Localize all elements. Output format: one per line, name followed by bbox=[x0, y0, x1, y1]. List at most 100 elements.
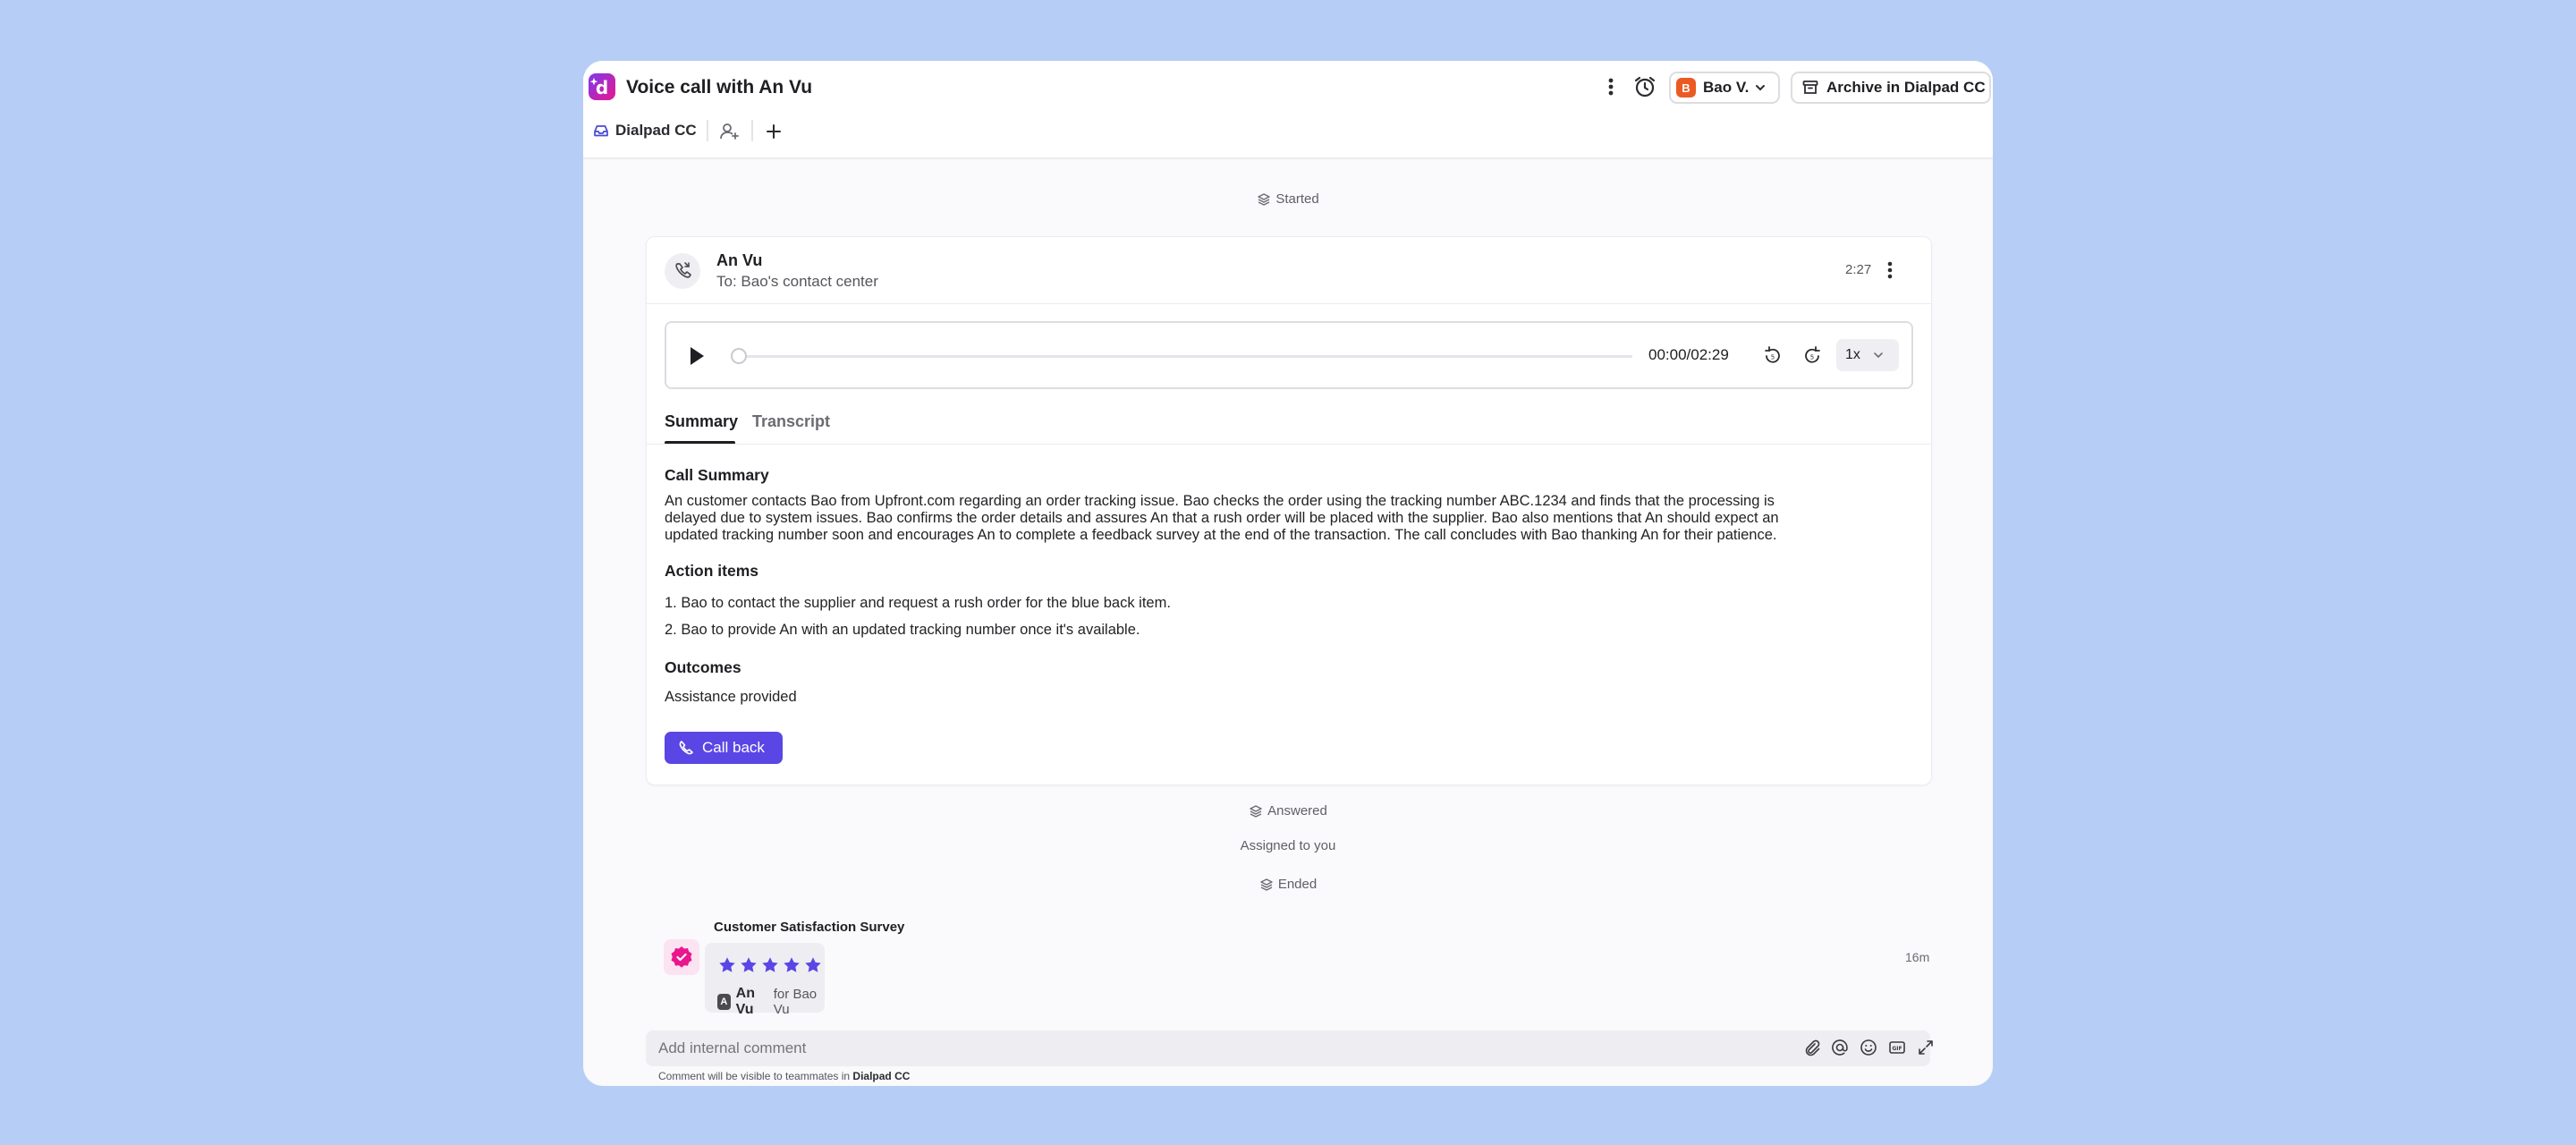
comment-input[interactable] bbox=[658, 1036, 1642, 1061]
responder-name: An Vu bbox=[735, 986, 755, 1017]
layers-icon bbox=[1258, 192, 1271, 206]
outcomes-heading: Outcomes bbox=[665, 658, 741, 676]
comment-note-text: Comment will be visible to teammates in bbox=[658, 1070, 851, 1082]
survey-title: Customer Satisfaction Survey bbox=[714, 920, 905, 935]
action-item: 1. Bao to contact the supplier and reque… bbox=[665, 595, 1171, 611]
assignee-dropdown[interactable]: B Bao V. bbox=[1669, 72, 1780, 104]
speed-select[interactable]: 1x bbox=[1836, 339, 1899, 371]
add-user-icon bbox=[720, 123, 739, 140]
kebab-icon bbox=[1608, 78, 1614, 96]
dialpad-logo-icon: d bbox=[589, 73, 615, 100]
divider bbox=[751, 120, 753, 141]
timeline-label: Answered bbox=[1267, 803, 1327, 818]
comment-toolbar: GIF bbox=[1801, 1038, 1936, 1057]
call-options-button[interactable] bbox=[1877, 257, 1902, 284]
more-options-button[interactable] bbox=[1597, 73, 1624, 100]
inbox-icon bbox=[594, 125, 608, 137]
plus-icon bbox=[767, 124, 781, 139]
summary-heading: Call Summary bbox=[665, 466, 769, 484]
comment-note: Comment will be visible to teammates in … bbox=[658, 1070, 910, 1082]
star-icon bbox=[762, 957, 778, 972]
chevron-down-icon bbox=[1874, 352, 1883, 359]
play-button[interactable] bbox=[682, 343, 709, 369]
timeline-ended: Ended bbox=[583, 877, 1993, 892]
divider bbox=[647, 444, 1931, 445]
phone-icon bbox=[679, 741, 693, 755]
layers-icon bbox=[1250, 804, 1262, 818]
tab-summary[interactable]: Summary bbox=[665, 412, 738, 431]
survey-time: 16m bbox=[1905, 950, 1930, 964]
comment-box[interactable]: GIF bbox=[646, 1030, 1933, 1066]
rewind-icon: 5 bbox=[1765, 346, 1780, 363]
call-duration: 2:27 bbox=[1845, 262, 1872, 277]
survey-card: A An Vu for Bao Vu bbox=[705, 943, 825, 1017]
timeline-label: Ended bbox=[1277, 877, 1318, 892]
comment-note-team: Dialpad CC bbox=[852, 1070, 911, 1082]
kebab-icon bbox=[1887, 261, 1893, 279]
badge-check-icon bbox=[671, 946, 692, 968]
paperclip-icon[interactable] bbox=[1801, 1038, 1821, 1057]
survey-responder: A An Vu for Bao Vu bbox=[717, 986, 825, 1018]
tab-dialpad-cc[interactable]: Dialpad CC bbox=[592, 118, 697, 143]
forward-button[interactable]: 5 bbox=[1801, 344, 1824, 368]
archive-label: Archive in Dialpad CC bbox=[1826, 79, 1986, 96]
avatar: A bbox=[717, 994, 731, 1010]
archive-button[interactable]: Archive in Dialpad CC bbox=[1791, 72, 1991, 104]
rewind-button[interactable]: 5 bbox=[1761, 344, 1784, 368]
phone-icon bbox=[675, 262, 691, 278]
player-time: 00:00/02:29 bbox=[1648, 346, 1729, 363]
alarm-icon bbox=[1634, 76, 1656, 98]
call-destination: To: Bao's contact center bbox=[716, 273, 878, 290]
summary-line: updated tracking number soon and encoura… bbox=[665, 527, 1777, 543]
add-user-button[interactable] bbox=[717, 120, 741, 143]
at-icon[interactable] bbox=[1830, 1038, 1850, 1057]
assignee-name: Bao V. bbox=[1703, 79, 1750, 96]
timeline-label: Started bbox=[1275, 191, 1319, 207]
divider bbox=[707, 120, 708, 141]
svg-text:d: d bbox=[596, 77, 608, 98]
svg-text:5: 5 bbox=[1810, 354, 1814, 361]
speed-value: 1x bbox=[1845, 347, 1860, 362]
add-tab-button[interactable] bbox=[762, 120, 785, 143]
svg-text:5: 5 bbox=[1771, 354, 1775, 361]
play-icon bbox=[691, 347, 704, 365]
progress-handle[interactable] bbox=[731, 348, 747, 364]
avatar: B bbox=[1676, 78, 1696, 98]
page-title: Voice call with An Vu bbox=[626, 77, 813, 98]
audio-player: 00:00/02:29 5 5 1x bbox=[665, 321, 1913, 389]
call-back-button[interactable]: Call back bbox=[665, 732, 783, 764]
call-back-label: Call back bbox=[702, 739, 765, 756]
summary-line: delayed due to system issues. Bao confir… bbox=[665, 510, 1779, 526]
svg-text:GIF: GIF bbox=[1892, 1046, 1902, 1052]
emoji-icon[interactable] bbox=[1859, 1038, 1878, 1057]
tab-transcript[interactable]: Transcript bbox=[752, 412, 830, 431]
chevron-down-icon bbox=[1756, 85, 1766, 91]
star-rating bbox=[717, 955, 823, 975]
conversation-window: d Voice call with An Vu B Bao V. Archive… bbox=[583, 61, 1993, 1086]
timeline-label: Assigned to you bbox=[1240, 838, 1336, 853]
progress-track[interactable] bbox=[738, 355, 1632, 358]
timeline-assigned: Assigned to you bbox=[583, 838, 1993, 854]
timeline-started: Started bbox=[583, 191, 1993, 207]
outcome-text: Assistance provided bbox=[665, 689, 797, 705]
caller-name: An Vu bbox=[716, 251, 763, 269]
snooze-button[interactable] bbox=[1631, 73, 1658, 100]
gif-icon[interactable]: GIF bbox=[1887, 1038, 1907, 1057]
star-icon bbox=[719, 957, 735, 972]
action-item: 2. Bao to provide An with an updated tra… bbox=[665, 622, 1140, 638]
call-card: An Vu To: Bao's contact center 2:27 00:0… bbox=[646, 236, 1932, 785]
layers-icon bbox=[1260, 878, 1273, 891]
star-icon bbox=[784, 957, 800, 972]
action-items-heading: Action items bbox=[665, 562, 759, 580]
tab-label: Dialpad CC bbox=[615, 122, 697, 139]
summary-line: An customer contacts Bao from Upfront.co… bbox=[665, 493, 1775, 509]
star-icon bbox=[805, 957, 821, 972]
responder-for: for Bao Vu bbox=[773, 987, 818, 1017]
divider bbox=[647, 303, 1931, 304]
forward-icon: 5 bbox=[1805, 346, 1820, 363]
star-icon bbox=[741, 957, 757, 972]
survey-avatar bbox=[664, 939, 699, 975]
expand-icon[interactable] bbox=[1916, 1038, 1936, 1057]
timeline-answered: Answered bbox=[583, 803, 1993, 818]
archive-icon bbox=[1802, 81, 1818, 94]
